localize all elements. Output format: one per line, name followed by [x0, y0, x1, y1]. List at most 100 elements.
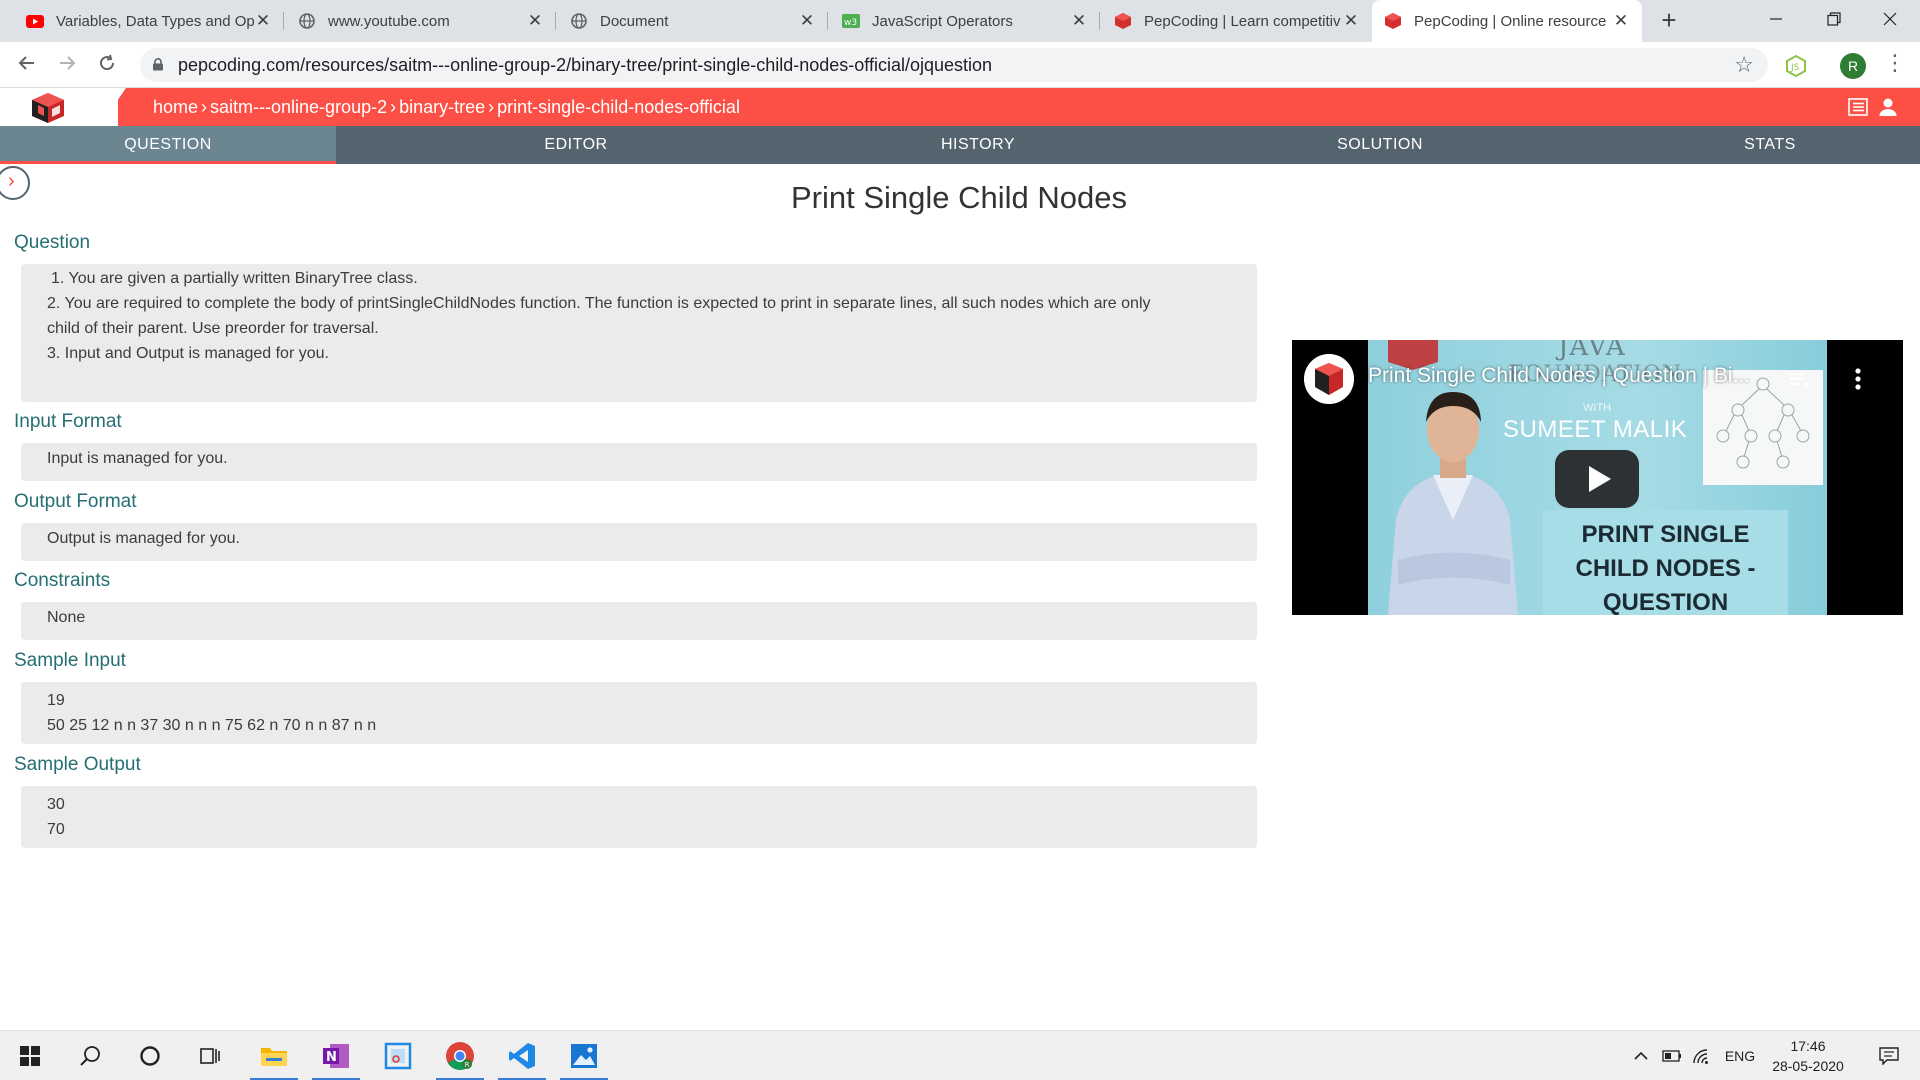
close-icon [1883, 12, 1897, 26]
taskbar-snipping-tool[interactable] [374, 1031, 422, 1080]
close-tab-icon[interactable]: ✕ [1070, 11, 1088, 31]
show-hidden-icons-button[interactable] [1628, 1031, 1654, 1080]
taskbar-photos[interactable] [560, 1031, 608, 1080]
windows-taskbar: N R ENG 17:46 28-05-2020 [0, 1030, 1920, 1080]
sample-output-line: 30 [47, 796, 65, 813]
card-line: QUESTION [1602, 589, 1729, 615]
tab-editor[interactable]: EDITOR [336, 126, 816, 164]
card-line: CHILD NODES - [1575, 555, 1756, 582]
channel-logo-icon[interactable] [1304, 354, 1354, 404]
close-tab-icon[interactable]: ✕ [1612, 11, 1630, 31]
notifications-icon [1879, 1047, 1899, 1065]
watch-later-queue-icon[interactable] [1789, 372, 1811, 388]
task-view-button[interactable] [186, 1031, 234, 1080]
svg-text:R: R [465, 1061, 470, 1069]
sample-output-line: 70 [47, 821, 65, 838]
search-icon [80, 1046, 100, 1066]
breadcrumb-group[interactable]: saitm---online-group-2 [210, 97, 387, 117]
back-button[interactable] [12, 50, 42, 80]
taskbar-chrome[interactable]: R [436, 1031, 484, 1080]
network-button[interactable] [1688, 1031, 1716, 1080]
video-title[interactable]: Print Single Child Nodes | Question | Bi… [1368, 364, 1750, 388]
battery-button[interactable] [1658, 1031, 1686, 1080]
video-player[interactable]: JAVA FOUNDATION WITH SUMEET MALIK PRINT … [1292, 340, 1903, 615]
reload-icon [100, 54, 115, 71]
problem-tabs: QUESTION EDITOR HISTORY SOLUTION STATS [0, 126, 1920, 164]
taskbar-onenote[interactable]: N [312, 1031, 360, 1080]
tab-divider [1099, 12, 1100, 30]
browser-tab[interactable]: Document ✕ [558, 0, 828, 42]
input-format-box: Input is managed for you. [21, 443, 1257, 481]
minimize-icon [1770, 18, 1782, 20]
close-tab-icon[interactable]: ✕ [254, 11, 272, 31]
logo-slant [100, 88, 126, 126]
tab-question[interactable]: QUESTION [0, 126, 336, 164]
browser-tab[interactable]: PepCoding | Learn competitiv ✕ [1102, 0, 1372, 42]
extension-icon[interactable]: JS [1785, 55, 1807, 77]
tab-title: Variables, Data Types and Op [56, 12, 254, 30]
taskbar-search-button[interactable] [66, 1031, 114, 1080]
reload-button[interactable] [92, 50, 122, 80]
close-tab-icon[interactable]: ✕ [1342, 11, 1360, 31]
browser-tab[interactable]: Variables, Data Types and Op ✕ [14, 0, 284, 42]
task-view-icon [200, 1048, 220, 1064]
browser-tab-strip: Variables, Data Types and Op ✕ www.youtu… [0, 0, 1920, 42]
new-tab-button[interactable]: + [1654, 6, 1684, 36]
sample-input-line: 50 25 12 n n 37 30 n n n 75 62 n 70 n n … [47, 717, 377, 734]
question-line: 2. You are required to complete the body… [47, 295, 1151, 312]
presenter-name: SUMEET MALIK [1503, 416, 1688, 443]
site-header: home › saitm---online-group-2 › binary-tree ›… [0, 88, 1920, 126]
bookmark-star-icon[interactable]: ☆ [1734, 52, 1754, 78]
back-arrow-icon [18, 56, 34, 70]
tab-solution[interactable]: SOLUTION [1140, 126, 1620, 164]
constraints-heading: Constraints [14, 570, 111, 591]
tab-history[interactable]: HISTORY [816, 126, 1140, 164]
globe-icon [298, 12, 316, 30]
more-options-icon[interactable] [1855, 368, 1861, 390]
sample-output-heading: Sample Output [14, 754, 141, 775]
close-tab-icon[interactable]: ✕ [526, 11, 544, 31]
system-clock[interactable]: 17:46 28-05-2020 [1763, 1036, 1853, 1076]
globe-icon [570, 12, 588, 30]
tab-divider [555, 12, 556, 30]
sample-input-heading: Sample Input [14, 650, 126, 671]
thumbnail-overlay-text: JAVA [1558, 340, 1626, 362]
address-bar[interactable]: pepcoding.com/resources/saitm---online-g… [140, 48, 1768, 82]
tab-divider [283, 12, 284, 30]
taskbar-vscode[interactable] [498, 1031, 546, 1080]
cortana-icon [140, 1046, 160, 1066]
breadcrumb-topic[interactable]: binary-tree [399, 97, 485, 117]
question-line: 1. You are given a partially written Bin… [51, 270, 418, 287]
minimize-button[interactable] [1746, 0, 1806, 42]
svg-text:N: N [326, 1050, 337, 1065]
list-menu-icon[interactable] [1848, 97, 1868, 117]
input-language[interactable]: ENG [1722, 1031, 1758, 1080]
input-format-text: Input is managed for you. [47, 450, 228, 467]
chrome-icon: R [446, 1042, 474, 1070]
start-button[interactable] [6, 1031, 54, 1080]
forward-button[interactable] [52, 50, 82, 80]
browser-tab[interactable]: w3 JavaScript Operators ✕ [830, 0, 1100, 42]
restore-button[interactable] [1804, 0, 1864, 42]
close-window-button[interactable] [1860, 0, 1920, 42]
tab-title: Document [600, 12, 669, 30]
chevron-right-icon: › [390, 97, 397, 117]
browser-menu-icon[interactable]: ⋮ [1884, 50, 1906, 76]
pepcoding-icon [1114, 12, 1132, 30]
output-format-text: Output is managed for you. [47, 530, 240, 547]
tab-title: PepCoding | Online resource [1414, 12, 1607, 30]
pepcoding-logo-icon[interactable] [30, 92, 66, 124]
tab-stats[interactable]: STATS [1620, 126, 1920, 164]
pepcoding-icon [1384, 12, 1402, 30]
action-center-button[interactable] [1866, 1031, 1912, 1080]
browser-tab-active[interactable]: PepCoding | Online resource ✕ [1372, 0, 1642, 42]
breadcrumb-home[interactable]: home [153, 97, 198, 117]
taskbar-file-explorer[interactable] [250, 1031, 298, 1080]
svg-text:w3: w3 [844, 18, 857, 28]
browser-tab[interactable]: www.youtube.com ✕ [286, 0, 556, 42]
profile-avatar[interactable]: R [1840, 53, 1866, 79]
constraints-text: None [47, 609, 86, 626]
cortana-button[interactable] [126, 1031, 174, 1080]
user-icon[interactable] [1878, 97, 1898, 117]
close-tab-icon[interactable]: ✕ [798, 11, 816, 31]
